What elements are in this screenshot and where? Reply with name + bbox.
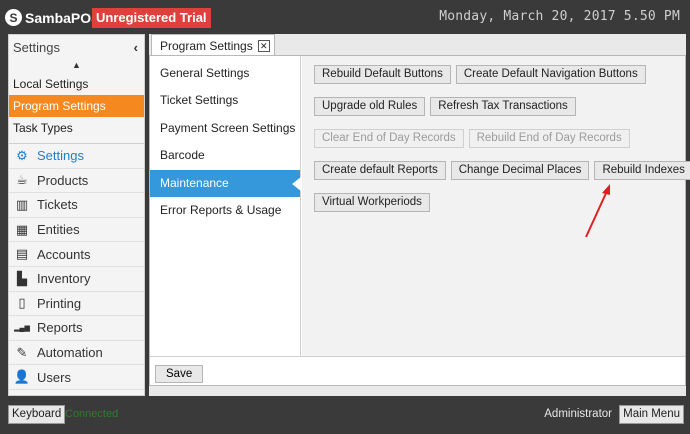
sidebar-item-printing[interactable]: ▯ Printing	[9, 292, 144, 317]
settings-category-ticket-settings[interactable]: Ticket Settings	[150, 87, 300, 114]
settings-category-barcode[interactable]: Barcode	[150, 142, 300, 169]
sidebar-item-label: Printing	[37, 295, 82, 311]
nav-header-title: Settings	[13, 39, 60, 55]
panel-footer: Save	[150, 356, 685, 385]
settings-category-payment-screen-settings[interactable]: Payment Screen Settings	[150, 115, 300, 142]
change-decimal-places-button[interactable]: Change Decimal Places	[450, 161, 590, 180]
document-icon: ▯	[18, 295, 26, 311]
rebuild-end-of-day-records-button: Rebuild End of Day Records	[468, 129, 630, 148]
button-row: Rebuild Default Buttons Create Default Na…	[314, 65, 646, 84]
nav-header: Settings ‹	[9, 35, 144, 59]
button-row: Create default Reports Change Decimal Pla…	[314, 161, 690, 180]
clear-end-of-day-records-button: Clear End of Day Records	[314, 129, 464, 148]
sidebar-item-settings[interactable]: ⚙ Settings	[9, 144, 144, 169]
coffee-cup-icon: ☕	[16, 172, 28, 188]
table-icon: ▦	[15, 221, 29, 237]
sidebar-item-inventory[interactable]: ▙ Inventory	[9, 267, 144, 292]
settings-category-general-settings[interactable]: General Settings	[150, 60, 300, 87]
sambapos-logo-icon: S	[5, 9, 22, 26]
maintenance-actions: Rebuild Default Buttons Create Default Na…	[302, 56, 690, 356]
status-bar: Keyboard Connected Administrator Main Me…	[0, 396, 690, 434]
inventory-icon: ▙	[17, 270, 27, 286]
trial-badge: Unregistered Trial	[92, 8, 211, 28]
sidebar-subitem-local-settings[interactable]: Local Settings	[9, 73, 144, 95]
sidebar-item-label: Reports	[37, 320, 83, 336]
settings-category-error-reports-usage[interactable]: Error Reports & Usage	[150, 197, 300, 224]
sidebar-subitem-program-settings[interactable]: Program Settings	[9, 95, 144, 117]
virtual-workperiods-button[interactable]: Virtual Workperiods	[314, 193, 430, 212]
sidebar-item-label: Accounts	[37, 246, 91, 262]
bar-chart-icon: ▂▄▆	[14, 324, 30, 332]
sidebar-item-accounts[interactable]: ▤ Accounts	[9, 242, 144, 267]
gear-icon: ⚙	[16, 147, 28, 163]
left-navigation: Settings ‹ ▲ Local Settings Program Setti…	[8, 34, 145, 396]
brand-logo: S SambaPOS	[5, 8, 100, 27]
keyboard-button[interactable]: Keyboard	[8, 405, 66, 424]
sidebar-item-label: Users	[37, 369, 71, 385]
create-default-reports-button[interactable]: Create default Reports	[314, 161, 446, 180]
sidebar-item-label: Inventory	[37, 271, 91, 287]
tab-program-settings[interactable]: Program Settings ✕	[151, 34, 275, 56]
annotation-arrow-icon	[585, 184, 610, 238]
upgrade-old-rules-button[interactable]: Upgrade old Rules	[314, 97, 426, 116]
sidebar-item-entities[interactable]: ▦ Entities	[9, 218, 144, 243]
save-button[interactable]: Save	[155, 365, 204, 383]
button-row: Upgrade old Rules Refresh Tax Transaction…	[314, 97, 576, 116]
sidebar-item-label: Settings	[37, 148, 84, 164]
main-menu-button[interactable]: Main Menu	[619, 405, 684, 424]
sidebar-item-users[interactable]: 👤 Users	[9, 365, 144, 390]
sidebar-item-automation[interactable]: ✎ Automation	[9, 341, 144, 366]
sidebar-item-products[interactable]: ☕ Products	[9, 169, 144, 194]
connection-status: Connected	[65, 408, 119, 420]
create-default-navigation-buttons-button[interactable]: Create Default Navigation Buttons	[455, 65, 646, 84]
sidebar-item-reports[interactable]: ▂▄▆ Reports	[9, 316, 144, 341]
button-row: Clear End of Day Records Rebuild End of D…	[314, 129, 630, 148]
top-bar: S SambaPOS Unregistered Trial Monday, Ma…	[0, 0, 690, 34]
settings-category-list: General Settings Ticket Settings Payment S…	[150, 56, 301, 356]
brand-name: SambaPOS	[25, 9, 101, 26]
close-icon[interactable]: ✕	[257, 39, 270, 52]
clock: Monday, March 20, 2017 5.50 PM	[439, 9, 680, 24]
refresh-tax-transactions-button[interactable]: Refresh Tax Transactions	[430, 97, 576, 116]
sidebar-subitem-task-types[interactable]: Task Types	[9, 117, 144, 139]
collapse-chevron-icon[interactable]: ‹	[134, 40, 138, 55]
rebuild-default-buttons-button[interactable]: Rebuild Default Buttons	[314, 65, 451, 84]
button-row: Virtual Workperiods	[314, 193, 430, 212]
tab-label: Program Settings	[160, 38, 253, 53]
settings-category-maintenance[interactable]: Maintenance	[150, 169, 301, 197]
books-icon: ▥	[15, 196, 29, 212]
current-user: Administrator	[544, 408, 612, 420]
scroll-up-arrow-icon[interactable]: ▲	[9, 59, 144, 73]
sidebar-item-label: Products	[37, 172, 89, 188]
pencil-icon: ✎	[16, 344, 28, 360]
sidebar-item-label: Entities	[37, 222, 80, 238]
user-icon: 👤	[13, 369, 31, 385]
calculator-icon: ▤	[15, 246, 29, 262]
rebuild-indexes-button[interactable]: Rebuild Indexes	[594, 161, 690, 180]
sidebar-item-label: Tickets	[37, 197, 78, 213]
sidebar-item-tickets[interactable]: ▥ Tickets	[9, 193, 144, 218]
sidebar-item-label: Automation	[37, 345, 103, 361]
